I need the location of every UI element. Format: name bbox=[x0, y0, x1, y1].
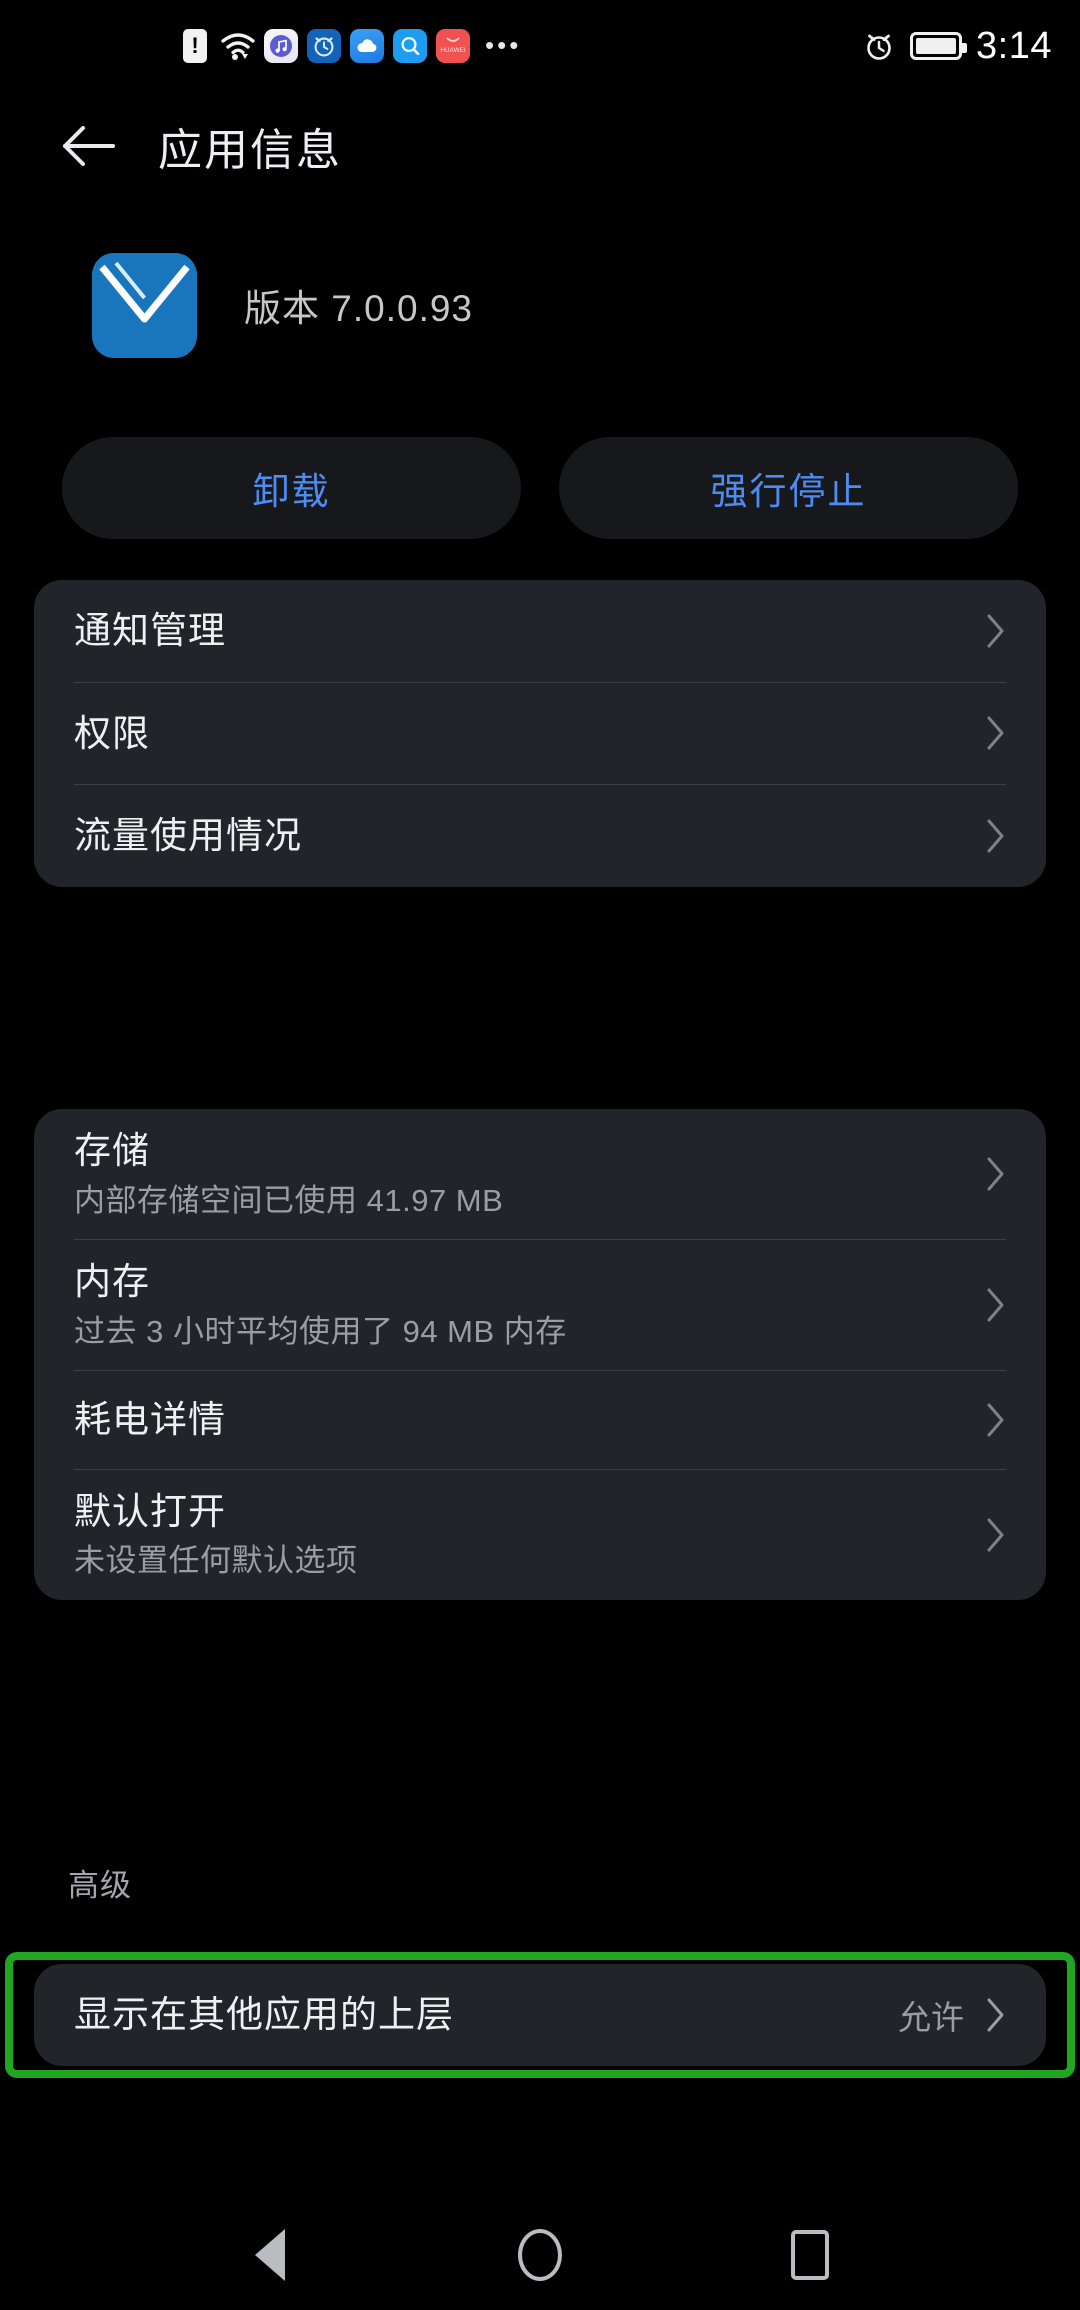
list-item-value: 允许 bbox=[898, 1999, 964, 2036]
status-bar-system-icons: 3:14 bbox=[862, 25, 1052, 68]
search-app-icon bbox=[393, 26, 427, 66]
chevron-right-icon bbox=[986, 1156, 1006, 1192]
system-navigation-bar bbox=[0, 2200, 1080, 2310]
cloud-app-icon bbox=[350, 26, 384, 66]
sim-card-alert-icon bbox=[178, 26, 212, 66]
list-item-open-by-default[interactable]: 默认打开 未设置任何默认选项 bbox=[34, 1470, 1046, 1600]
status-bar: HUAWEI ••• 3:14 bbox=[0, 0, 1080, 92]
list-item-data-usage[interactable]: 流量使用情况 bbox=[34, 785, 1046, 887]
list-item-title: 流量使用情况 bbox=[74, 815, 302, 857]
section-label-advanced: 高级 bbox=[68, 1868, 132, 1903]
page-header: 应用信息 bbox=[0, 96, 1080, 196]
app-identity: 版本 7.0.0.93 bbox=[0, 250, 1080, 360]
back-arrow-icon[interactable] bbox=[40, 123, 136, 169]
email-app-icon bbox=[92, 252, 197, 358]
nav-home-icon[interactable] bbox=[505, 2220, 575, 2290]
list-item-storage[interactable]: 存储 内部存储空间已使用 41.97 MB bbox=[34, 1109, 1046, 1239]
list-item-title: 权限 bbox=[74, 712, 150, 754]
chevron-right-icon bbox=[986, 1517, 1006, 1553]
app-version-label: 版本 7.0.0.93 bbox=[244, 288, 474, 329]
app-info-screen: HUAWEI ••• 3:14 应用 bbox=[0, 0, 1080, 2310]
chevron-right-icon bbox=[986, 1402, 1006, 1438]
list-item-subtitle: 未设置任何默认选项 bbox=[74, 1543, 358, 1579]
list-item-notification-management[interactable]: 通知管理 bbox=[34, 580, 1046, 682]
wifi-icon bbox=[221, 26, 255, 66]
usage-settings-card: 存储 内部存储空间已使用 41.97 MB 内存 过去 3 小时平均使用了 94… bbox=[34, 1109, 1046, 1600]
overflow-dots-icon: ••• bbox=[485, 30, 522, 61]
list-item-memory[interactable]: 内存 过去 3 小时平均使用了 94 MB 内存 bbox=[34, 1240, 1046, 1370]
nav-recents-icon[interactable] bbox=[775, 2220, 845, 2290]
battery-full-icon bbox=[910, 32, 968, 60]
uninstall-button[interactable]: 卸载 bbox=[62, 437, 521, 539]
chevron-right-icon bbox=[986, 1997, 1006, 2033]
alarm-app-icon bbox=[307, 26, 341, 66]
chevron-right-icon bbox=[986, 1287, 1006, 1323]
advanced-settings-card: 显示在其他应用的上层 允许 bbox=[34, 1964, 1046, 2066]
general-settings-card: 通知管理 权限 流量使用情况 bbox=[34, 580, 1046, 887]
nav-back-icon[interactable] bbox=[235, 2220, 305, 2290]
list-item-title: 存储 bbox=[74, 1130, 150, 1171]
list-item-battery-details[interactable]: 耗电详情 bbox=[34, 1371, 1046, 1469]
list-item-title: 默认打开 bbox=[74, 1490, 226, 1532]
svg-text:HUAWEI: HUAWEI bbox=[440, 47, 466, 54]
force-stop-button[interactable]: 强行停止 bbox=[559, 437, 1018, 539]
huawei-app-icon: HUAWEI bbox=[436, 26, 470, 66]
list-item-title: 内存 bbox=[74, 1260, 150, 1302]
list-item-permissions[interactable]: 权限 bbox=[34, 683, 1046, 785]
page-title: 应用信息 bbox=[158, 126, 342, 175]
chevron-right-icon bbox=[986, 818, 1006, 854]
list-item-display-over-other-apps[interactable]: 显示在其他应用的上层 允许 bbox=[34, 1964, 1046, 2066]
status-bar-clock: 3:14 bbox=[976, 24, 1052, 67]
status-bar-notification-icons: HUAWEI ••• bbox=[178, 26, 521, 66]
app-action-buttons: 卸载 强行停止 bbox=[0, 437, 1080, 539]
list-item-title: 显示在其他应用的上层 bbox=[74, 1994, 454, 2036]
list-item-subtitle: 过去 3 小时平均使用了 94 MB 内存 bbox=[74, 1313, 567, 1349]
chevron-right-icon bbox=[986, 613, 1006, 649]
music-app-icon bbox=[264, 26, 298, 66]
list-item-title: 耗电详情 bbox=[74, 1398, 226, 1440]
list-item-title: 通知管理 bbox=[74, 610, 226, 651]
list-item-subtitle: 内部存储空间已使用 41.97 MB bbox=[74, 1182, 504, 1218]
alarm-clock-icon bbox=[862, 26, 896, 66]
chevron-right-icon bbox=[986, 715, 1006, 751]
